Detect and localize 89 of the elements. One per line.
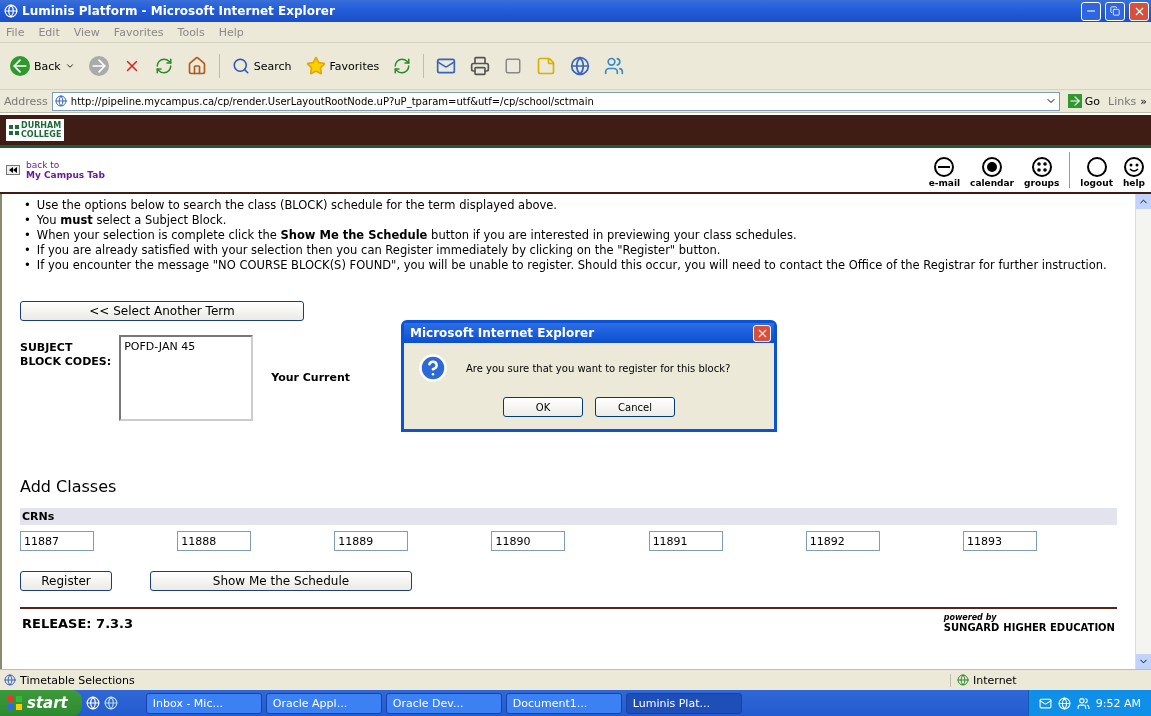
page-icon bbox=[4, 674, 16, 686]
bullet-marker: • bbox=[24, 198, 31, 213]
sungard-logo: SUNGARD bbox=[943, 622, 1000, 633]
nav-link[interactable]: e-mail bbox=[928, 156, 961, 188]
bullet-marker: • bbox=[24, 228, 31, 243]
tray-icon[interactable] bbox=[1057, 696, 1071, 710]
minimize-button[interactable] bbox=[1081, 1, 1101, 21]
close-button[interactable] bbox=[1129, 1, 1149, 21]
crn-field[interactable]: 11887 bbox=[20, 531, 94, 551]
bullet-marker: • bbox=[24, 243, 31, 258]
instruction-text: You must select a Subject Block. bbox=[36, 213, 227, 228]
restore-icon bbox=[1110, 6, 1120, 16]
e-mail-icon bbox=[933, 156, 956, 178]
taskbar-button[interactable]: Luminis Plat... bbox=[625, 692, 742, 714]
search-icon bbox=[231, 57, 250, 75]
brand-suffix: HIGHER EDUCATION bbox=[1003, 622, 1115, 633]
powered-by-text: powered by bbox=[943, 613, 998, 622]
target-icon bbox=[981, 156, 1004, 178]
users-icon[interactable] bbox=[1076, 696, 1090, 710]
page-icon bbox=[54, 95, 67, 107]
instruction-text: If you are already satisfied with your selection then you can Register immediately by clicking on the "Register" button. bbox=[36, 243, 721, 258]
crn-field[interactable]: 11893 bbox=[962, 531, 1037, 551]
window-title: Luminis Platform - Microsoft Internet Explorer bbox=[22, 4, 336, 18]
bullet-marker: • bbox=[24, 213, 31, 228]
more-chevron[interactable]: » bbox=[1140, 94, 1147, 108]
favorites-button[interactable]: Favorites bbox=[303, 54, 382, 78]
scroll-down-button[interactable] bbox=[1136, 654, 1151, 669]
clock: 9:52 AM bbox=[1095, 696, 1141, 710]
subject-label: SUBJECT BLOCK CODES: bbox=[20, 341, 112, 369]
search-button[interactable]: Search bbox=[229, 55, 294, 77]
address-field[interactable]: http://pipeline.mycampus.ca/cp/render.UserLayoutRootNode.uP?uP_tparam=utf&utf=/cp/school/sctmain bbox=[51, 91, 1060, 111]
taskbar-button[interactable]: Oracle Appl... bbox=[265, 692, 382, 714]
taskbar-button[interactable]: Inbox - Mic... bbox=[145, 692, 262, 714]
nav-link[interactable]: help bbox=[1122, 156, 1145, 188]
address-label: Address bbox=[4, 94, 48, 108]
taskbar-button[interactable]: Document1... bbox=[505, 692, 622, 714]
section-title: Add Classes bbox=[20, 477, 118, 496]
dialog-close-button[interactable] bbox=[753, 324, 771, 342]
nav-link[interactable]: calendar bbox=[970, 156, 1015, 188]
crn-field[interactable]: 11888 bbox=[177, 531, 252, 551]
crn-header: CRNs bbox=[20, 508, 1117, 525]
rewind-icon bbox=[6, 165, 20, 175]
current-label: Your Current bbox=[271, 371, 351, 384]
list-option[interactable]: POFD-JAN 45 bbox=[124, 340, 249, 353]
schedule-button[interactable]: Show Me the Schedule bbox=[150, 571, 412, 591]
back-button[interactable]: Back bbox=[8, 54, 77, 78]
go-button[interactable]: Go bbox=[1063, 94, 1104, 108]
quick-launch-icon[interactable] bbox=[103, 696, 118, 710]
taskbar-button[interactable]: Oracle Dev... bbox=[385, 692, 502, 714]
crn-field[interactable]: 11890 bbox=[491, 531, 566, 551]
release-text: RELEASE: 7.3.3 bbox=[22, 615, 134, 631]
smiley-icon bbox=[1122, 156, 1145, 178]
instruction-text: If you encounter the message "NO COURSE BLOCK(S) FOUND", you will be unable to register. Should this occur, you will need to contact the Office of the Registrar for further instruction. bbox=[36, 258, 1107, 273]
question-icon bbox=[418, 353, 448, 383]
dialog-button[interactable]: OK bbox=[503, 397, 583, 417]
back-link[interactable]: back to My Campus Tab bbox=[26, 160, 105, 180]
browser-icon bbox=[4, 4, 18, 18]
caret-icon bbox=[64, 61, 75, 71]
start-button[interactable]: start bbox=[0, 690, 82, 716]
nav-link[interactable]: groups bbox=[1024, 156, 1060, 188]
scrollbar[interactable] bbox=[1135, 194, 1151, 669]
logo-text: COLLEGE bbox=[21, 130, 62, 139]
mail-icon[interactable] bbox=[1038, 696, 1052, 710]
scroll-up-button[interactable] bbox=[1136, 194, 1151, 209]
links-label[interactable]: Links bbox=[1108, 94, 1137, 108]
instruction-text: Use the options below to search the class (BLOCK) schedule for the term displayed above. bbox=[36, 198, 557, 213]
windows-flag-icon bbox=[8, 696, 22, 710]
logo-text: DURHAM bbox=[21, 121, 62, 130]
crn-field[interactable]: 11892 bbox=[805, 531, 880, 551]
circle-icon bbox=[1085, 156, 1108, 178]
subject-list[interactable]: POFD-JAN 45 bbox=[119, 335, 254, 421]
star-icon bbox=[305, 56, 326, 76]
restore-button[interactable] bbox=[1105, 1, 1125, 21]
select-term-button[interactable]: << Select Another Term bbox=[20, 301, 304, 321]
globe-icon bbox=[957, 674, 969, 686]
dialog-title: Microsoft Internet Explorer bbox=[410, 326, 595, 340]
nav-link[interactable]: logout bbox=[1080, 156, 1113, 188]
crn-field[interactable]: 11889 bbox=[334, 531, 409, 551]
register-button[interactable]: Register bbox=[20, 571, 112, 591]
dots-circle-icon bbox=[1030, 156, 1053, 178]
logo-mark-icon bbox=[9, 125, 19, 135]
bullet-marker: • bbox=[24, 258, 31, 273]
dialog-message: Are you sure that you want to register for this block? bbox=[466, 362, 731, 374]
zone-text: Internet bbox=[973, 673, 1017, 687]
status-text: Timetable Selections bbox=[20, 673, 135, 687]
instruction-text: When your selection is complete click the Show Me the Schedule button if you are interested in previewing your class schedules. bbox=[36, 228, 797, 243]
dialog-button[interactable]: Cancel bbox=[595, 397, 675, 417]
address-url: http://pipeline.mycampus.ca/cp/render.UserLayoutRootNode.uP?uP_tparam=utf&utf=/cp/school/sctmain bbox=[70, 95, 594, 107]
crn-field[interactable]: 11891 bbox=[648, 531, 723, 551]
